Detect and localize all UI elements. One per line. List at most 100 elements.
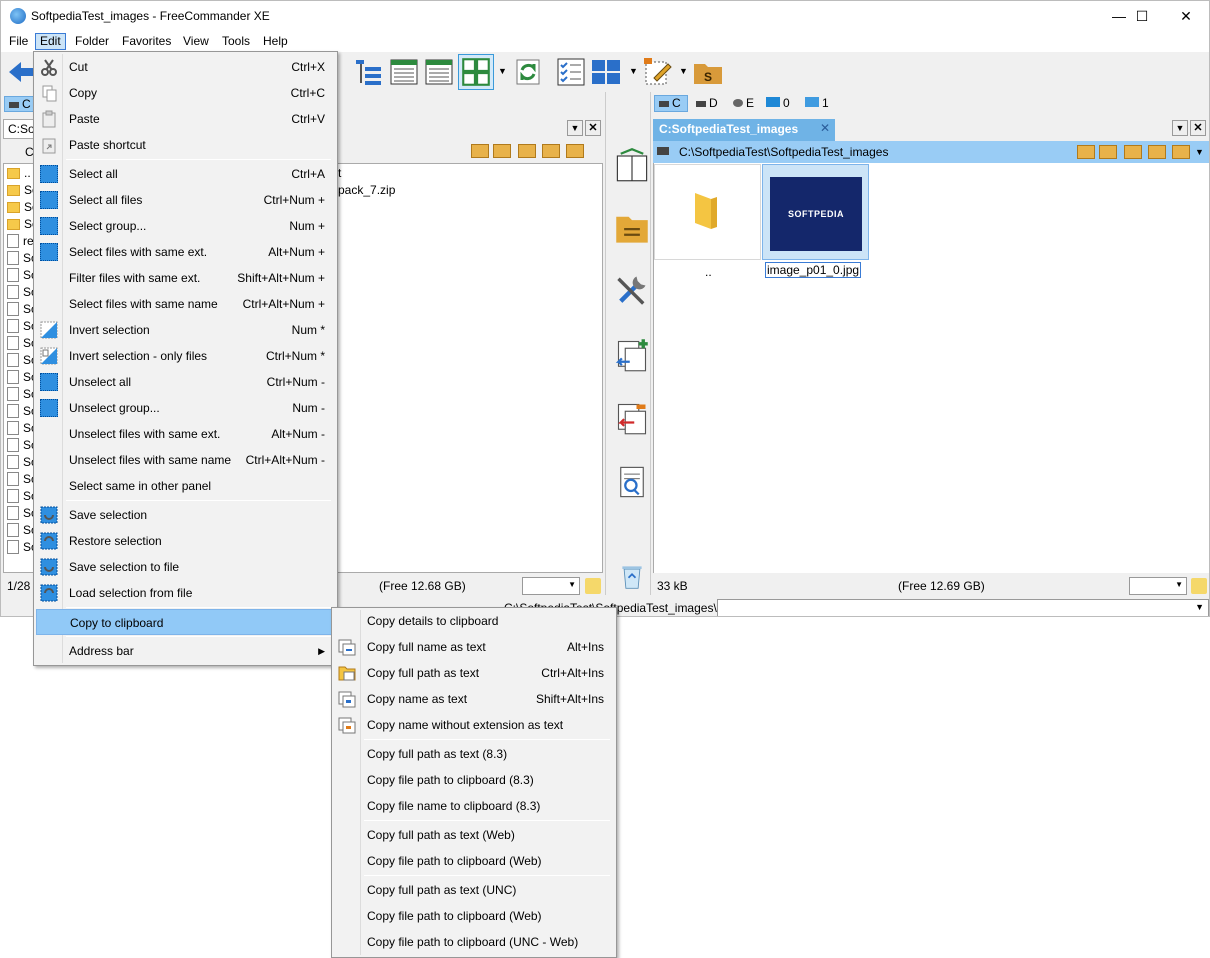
view-file-icon[interactable]	[614, 464, 650, 500]
menu-favorites[interactable]: Favorites	[118, 33, 175, 50]
folder-menu-arrow-icon[interactable]: ▼	[1195, 141, 1204, 163]
menu-item-copy-to-clipboard[interactable]: Copy to clipboard	[36, 609, 335, 635]
menu-item-copy-full-path-unc[interactable]: Copy full path as text (UNC)	[334, 877, 614, 903]
menu-item-copy-name[interactable]: Copy name as text Shift+Alt+Ins	[334, 686, 614, 712]
layout-grid-icon[interactable]	[590, 56, 622, 88]
menu-item-restore-selection[interactable]: Restore selection	[36, 528, 335, 554]
folder-compare-icon[interactable]	[614, 210, 650, 246]
folder-menu-icon[interactable]	[1172, 145, 1190, 159]
left-tab[interactable]: C:So	[3, 119, 37, 139]
root-folder-icon[interactable]	[542, 144, 560, 158]
menu-item-save-selection[interactable]: Save selection	[36, 502, 335, 528]
refresh-icon[interactable]	[512, 56, 544, 88]
menu-folder[interactable]: Folder	[71, 33, 113, 50]
close-button[interactable]: ✕	[1163, 1, 1209, 31]
menu-item-copy-full-path-83[interactable]: Copy full path as text (8.3)	[334, 741, 614, 767]
menu-item-unselect-all[interactable]: Unselect all Ctrl+Num -	[36, 369, 335, 395]
menu-item-select-same-name[interactable]: Select files with same name Ctrl+Alt+Num …	[36, 291, 335, 317]
command-line-input[interactable]: ▼	[717, 599, 1209, 616]
move-to-other-panel-icon[interactable]	[614, 400, 650, 436]
left-drive-c[interactable]: C	[4, 96, 34, 112]
drive-d[interactable]: D	[696, 95, 718, 112]
favorite-folder-icon[interactable]	[493, 144, 511, 158]
thumbnail-item-selected[interactable]: SOFTPEDIA	[762, 164, 869, 260]
menu-item-save-selection-to-file[interactable]: Save selection to file	[36, 554, 335, 580]
menu-item-select-same-ext[interactable]: Select files with same ext. Alt+Num +	[36, 239, 335, 265]
tools-icon[interactable]	[614, 272, 650, 308]
thumbnail-view-button[interactable]	[458, 54, 494, 90]
menu-item-invert-selection-files[interactable]: Invert selection - only files Ctrl+Num *	[36, 343, 335, 369]
menu-item-copy-full-path[interactable]: Copy full path as text Ctrl+Alt+Ins	[334, 660, 614, 686]
softpedia-folder-icon[interactable]: S	[692, 56, 724, 88]
history-folder-icon[interactable]	[1077, 145, 1095, 159]
menu-shortcut: Num *	[291, 323, 325, 337]
history-folder-icon[interactable]	[471, 144, 489, 158]
menu-item-select-same-other-panel[interactable]: Select same in other panel	[36, 473, 335, 499]
maximize-button[interactable]: ☐	[1119, 1, 1165, 31]
right-file-thumbnails[interactable]: .. SOFTPEDIA image_p01_0.jpg	[653, 163, 1209, 573]
details-view-icon[interactable]	[388, 56, 420, 88]
list-item[interactable]: ..	[7, 165, 31, 182]
menu-help[interactable]: Help	[259, 33, 292, 50]
drive-0[interactable]: 0	[766, 95, 790, 112]
menu-item-copy-file-path-web[interactable]: Copy file path to clipboard (Web)	[334, 848, 614, 874]
menu-item-cut[interactable]: Cut Ctrl+X	[36, 54, 335, 80]
menu-edit[interactable]: Edit	[35, 33, 66, 50]
menu-item-copy-file-path-83[interactable]: Copy file path to clipboard (8.3)	[334, 767, 614, 793]
menu-item-copy-name-no-ext[interactable]: Copy name without extension as text	[334, 712, 614, 738]
tree-view-icon[interactable]	[353, 56, 385, 88]
right-tab-dropdown-icon[interactable]: ▼	[1172, 120, 1188, 136]
list-view-icon[interactable]	[423, 56, 455, 88]
menu-item-invert-selection[interactable]: Invert selection Num *	[36, 317, 335, 343]
layout-dropdown-arrow-icon[interactable]: ▼	[629, 66, 638, 76]
left-tab-close-icon[interactable]: ✕	[585, 120, 601, 136]
filter-icon[interactable]	[1191, 578, 1207, 594]
parent-folder-icon[interactable]	[518, 144, 536, 158]
menu-file[interactable]: File	[5, 33, 32, 50]
menu-item-copy-full-path-web[interactable]: Copy full path as text (Web)	[334, 822, 614, 848]
menu-item-copy-file-path-web-2[interactable]: Copy file path to clipboard (Web)	[334, 903, 614, 929]
favorite-folder-icon[interactable]	[1099, 145, 1117, 159]
recycle-bin-icon[interactable]	[618, 562, 646, 590]
menu-item-select-group[interactable]: Select group... Num +	[36, 213, 335, 239]
menu-item-paste[interactable]: Paste Ctrl+V	[36, 106, 335, 132]
filter-icon[interactable]	[585, 578, 601, 594]
view-dropdown-arrow-icon[interactable]: ▼	[498, 66, 507, 76]
menu-item-copy-file-name-83[interactable]: Copy file name to clipboard (8.3)	[334, 793, 614, 819]
menu-item-copy-full-name[interactable]: Copy full name as text Alt+Ins	[334, 634, 614, 660]
root-folder-icon[interactable]	[1148, 145, 1166, 159]
right-tab-active[interactable]: C:SoftpediaTest_images ✕	[653, 119, 835, 141]
right-path-bar[interactable]: C:\SoftpediaTest\SoftpediaTest_images ▼	[653, 141, 1209, 163]
menu-item-select-all-files[interactable]: Select all files Ctrl+Num +	[36, 187, 335, 213]
menu-item-paste-shortcut[interactable]: Paste shortcut	[36, 132, 335, 158]
checklist-icon[interactable]	[555, 56, 587, 88]
left-tab-dropdown-icon[interactable]: ▼	[567, 120, 583, 136]
menu-item-unselect-same-name[interactable]: Unselect files with same name Ctrl+Alt+Nu…	[36, 447, 335, 473]
folder-menu-icon[interactable]	[566, 144, 584, 158]
menu-item-copy-file-path-unc-web[interactable]: Copy file path to clipboard (UNC - Web)	[334, 929, 614, 955]
right-tab-close-icon[interactable]: ✕	[1190, 120, 1206, 136]
copy-to-other-panel-icon[interactable]	[614, 337, 650, 373]
drive-e[interactable]: E	[733, 95, 754, 112]
drive-c[interactable]: C	[654, 95, 688, 112]
menu-item-unselect-same-ext[interactable]: Unselect files with same ext. Alt+Num -	[36, 421, 335, 447]
menu-item-load-selection-from-file[interactable]: Load selection from file	[36, 580, 335, 606]
parent-folder-icon[interactable]	[1124, 145, 1142, 159]
menu-item-copy-details[interactable]: Copy details to clipboard	[334, 608, 614, 634]
tab-close-icon[interactable]: ✕	[820, 121, 830, 135]
menu-item-select-all[interactable]: Select all Ctrl+A	[36, 161, 335, 187]
menu-item-unselect-group[interactable]: Unselect group... Num -	[36, 395, 335, 421]
menu-item-filter-same-ext[interactable]: Filter files with same ext. Shift+Alt+Num…	[36, 265, 335, 291]
edit-dropdown-arrow-icon[interactable]: ▼	[679, 66, 688, 76]
right-filter-combo[interactable]: ▼	[1129, 577, 1187, 595]
menu-item-address-bar[interactable]: Address bar ▶	[36, 638, 335, 664]
menu-tools[interactable]: Tools	[218, 33, 254, 50]
menu-view[interactable]: View	[179, 33, 213, 50]
edit-icon[interactable]	[642, 56, 674, 88]
file-icon	[7, 404, 19, 418]
swap-panels-icon[interactable]	[614, 147, 650, 183]
left-filter-combo[interactable]: ▼	[522, 577, 580, 595]
drive-1[interactable]: 1	[805, 95, 829, 112]
thumbnail-item[interactable]: ..	[654, 164, 761, 279]
menu-item-copy[interactable]: Copy Ctrl+C	[36, 80, 335, 106]
